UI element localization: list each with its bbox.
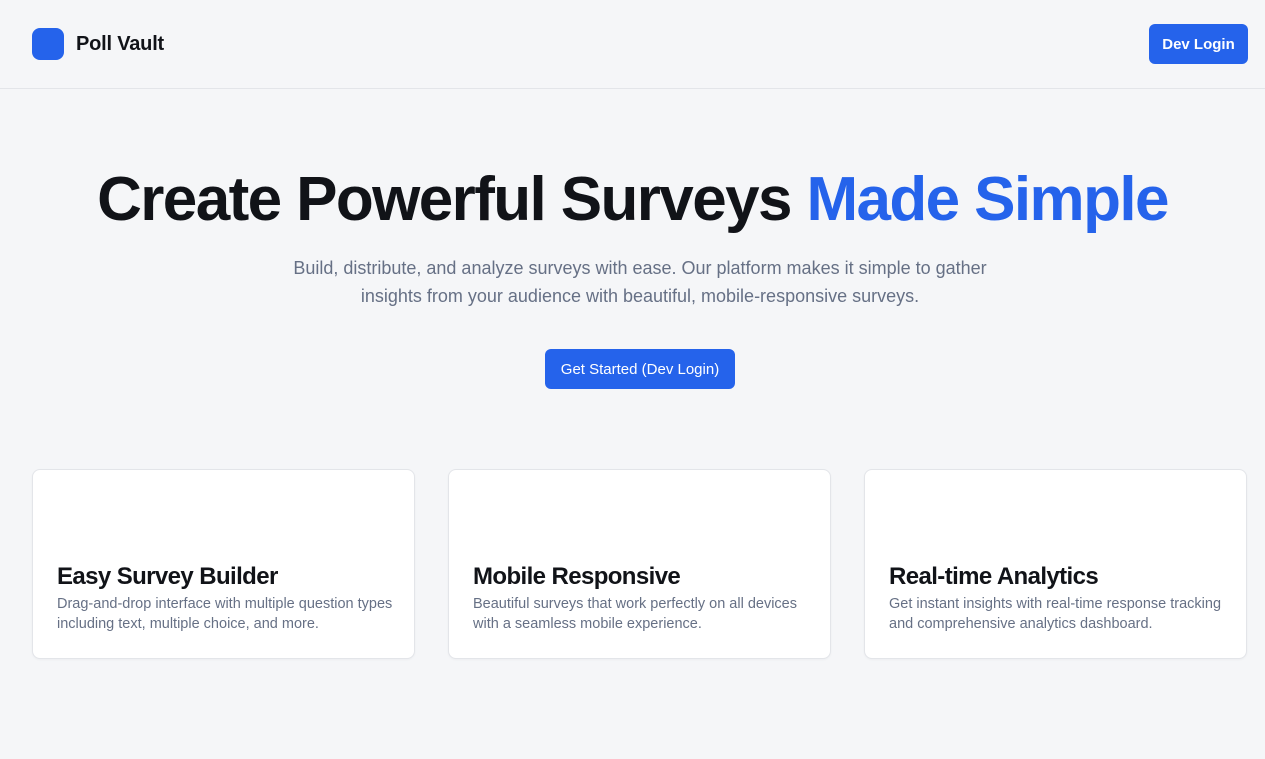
feature-title: Real-time Analytics [889, 563, 1099, 590]
get-started-button[interactable]: Get Started (Dev Login) [545, 349, 735, 389]
feature-card-survey-builder: Easy Survey Builder Drag-and-drop interf… [32, 469, 415, 659]
hero-title-accent: Made Simple [806, 165, 1169, 234]
brand-name[interactable]: Poll Vault [76, 31, 164, 57]
feature-title: Easy Survey Builder [57, 563, 278, 590]
dev-login-button[interactable]: Dev Login [1149, 24, 1248, 64]
analytics-icon [889, 498, 929, 538]
hero-subtitle: Build, distribute, and analyze surveys w… [293, 258, 987, 306]
feature-description: Get instant insights with real-time resp… [889, 596, 1222, 632]
feature-card-mobile-responsive: Mobile Responsive Beautiful surveys that… [448, 469, 831, 659]
feature-title: Mobile Responsive [473, 563, 681, 590]
feature-description: Beautiful surveys that work perfectly on… [473, 596, 797, 632]
mobile-icon [473, 498, 513, 538]
top-nav: Poll Vault Dev Login [0, 0, 1265, 89]
logo-icon[interactable] [32, 28, 64, 60]
hero-title: Create Powerful Surveys Made Simple [0, 164, 1265, 236]
feature-card-analytics: Real-time Analytics Get instant insights… [864, 469, 1247, 659]
survey-builder-icon [57, 498, 97, 538]
hero-title-main: Create Powerful Surveys [97, 165, 807, 234]
feature-description: Drag-and-drop interface with multiple qu… [57, 596, 393, 632]
